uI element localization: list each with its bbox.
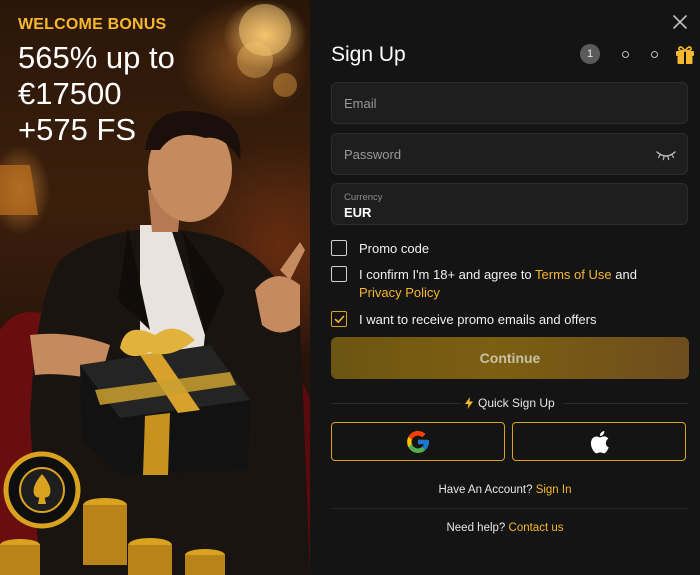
apple-icon [590,430,609,453]
step-indicator: 1 [580,43,696,65]
bonus-amount-line: +575 FS [18,112,137,147]
bonus-amount: 565% up to €17500 +575 FS [18,40,298,148]
step-dot [651,50,658,58]
quick-signup-heading: Quick Sign Up [465,396,555,410]
have-account-text: Have An Account? [438,484,533,496]
google-icon [407,430,429,453]
lightning-icon [465,397,473,409]
checkmark-icon [334,315,344,323]
promo-emails-row: I want to receive promo emails and offer… [331,311,597,329]
close-icon [673,15,687,29]
have-account-row: Have An Account? Sign In [310,484,700,496]
bonus-amount-line: 565% up to [18,40,175,75]
eye-closed-icon[interactable] [655,147,677,163]
terms-row: I confirm I'm 18+ and agree to Terms of … [331,266,676,302]
need-help-text: Need help? [446,522,506,534]
bonus-amount-line: €17500 [18,76,122,111]
divider [331,403,461,404]
signup-modal: WELCOME BONUS 565% up to €17500 +575 FS … [0,0,700,575]
password-field[interactable] [332,134,687,174]
bonus-label: WELCOME BONUS [18,16,167,33]
help-row: Need help? Contact us [310,522,700,534]
google-signup-button[interactable] [331,422,505,461]
currency-select[interactable]: Currency EUR [331,183,688,225]
apple-signup-button[interactable] [512,422,686,461]
page-title: Sign Up [331,43,406,66]
contact-us-link[interactable]: Contact us [509,522,564,534]
step-current: 1 [580,44,600,64]
email-field-wrapper [331,82,688,124]
promo-panel: WELCOME BONUS 565% up to €17500 +575 FS [0,0,310,575]
divider [331,508,689,509]
terms-checkbox[interactable] [331,266,347,282]
sign-in-link[interactable]: Sign In [536,484,572,496]
promo-code-row: Promo code [331,240,429,258]
terms-prefix: I confirm I'm 18+ and agree to [359,267,536,282]
promo-emails-label: I want to receive promo emails and offer… [359,312,597,327]
divider [563,403,688,404]
terms-and: and [611,267,637,282]
gift-icon [674,43,696,65]
step-dot [622,50,629,58]
password-field-wrapper [331,133,688,175]
terms-of-use-link[interactable]: Terms of Use [535,267,612,282]
signup-form-panel: Sign Up 1 Cur [310,0,700,575]
email-field[interactable] [332,83,687,123]
terms-text: I confirm I'm 18+ and agree to Terms of … [359,266,676,302]
continue-button[interactable]: Continue [331,337,689,379]
promo-emails-checkbox[interactable] [331,311,347,327]
privacy-policy-link[interactable]: Privacy Policy [359,285,440,300]
currency-label: Currency [344,192,383,203]
promo-code-label: Promo code [359,241,430,256]
quick-signup-label: Quick Sign Up [478,396,555,410]
currency-value: EUR [344,205,372,220]
promo-code-checkbox[interactable] [331,240,347,256]
close-button[interactable] [670,12,690,32]
